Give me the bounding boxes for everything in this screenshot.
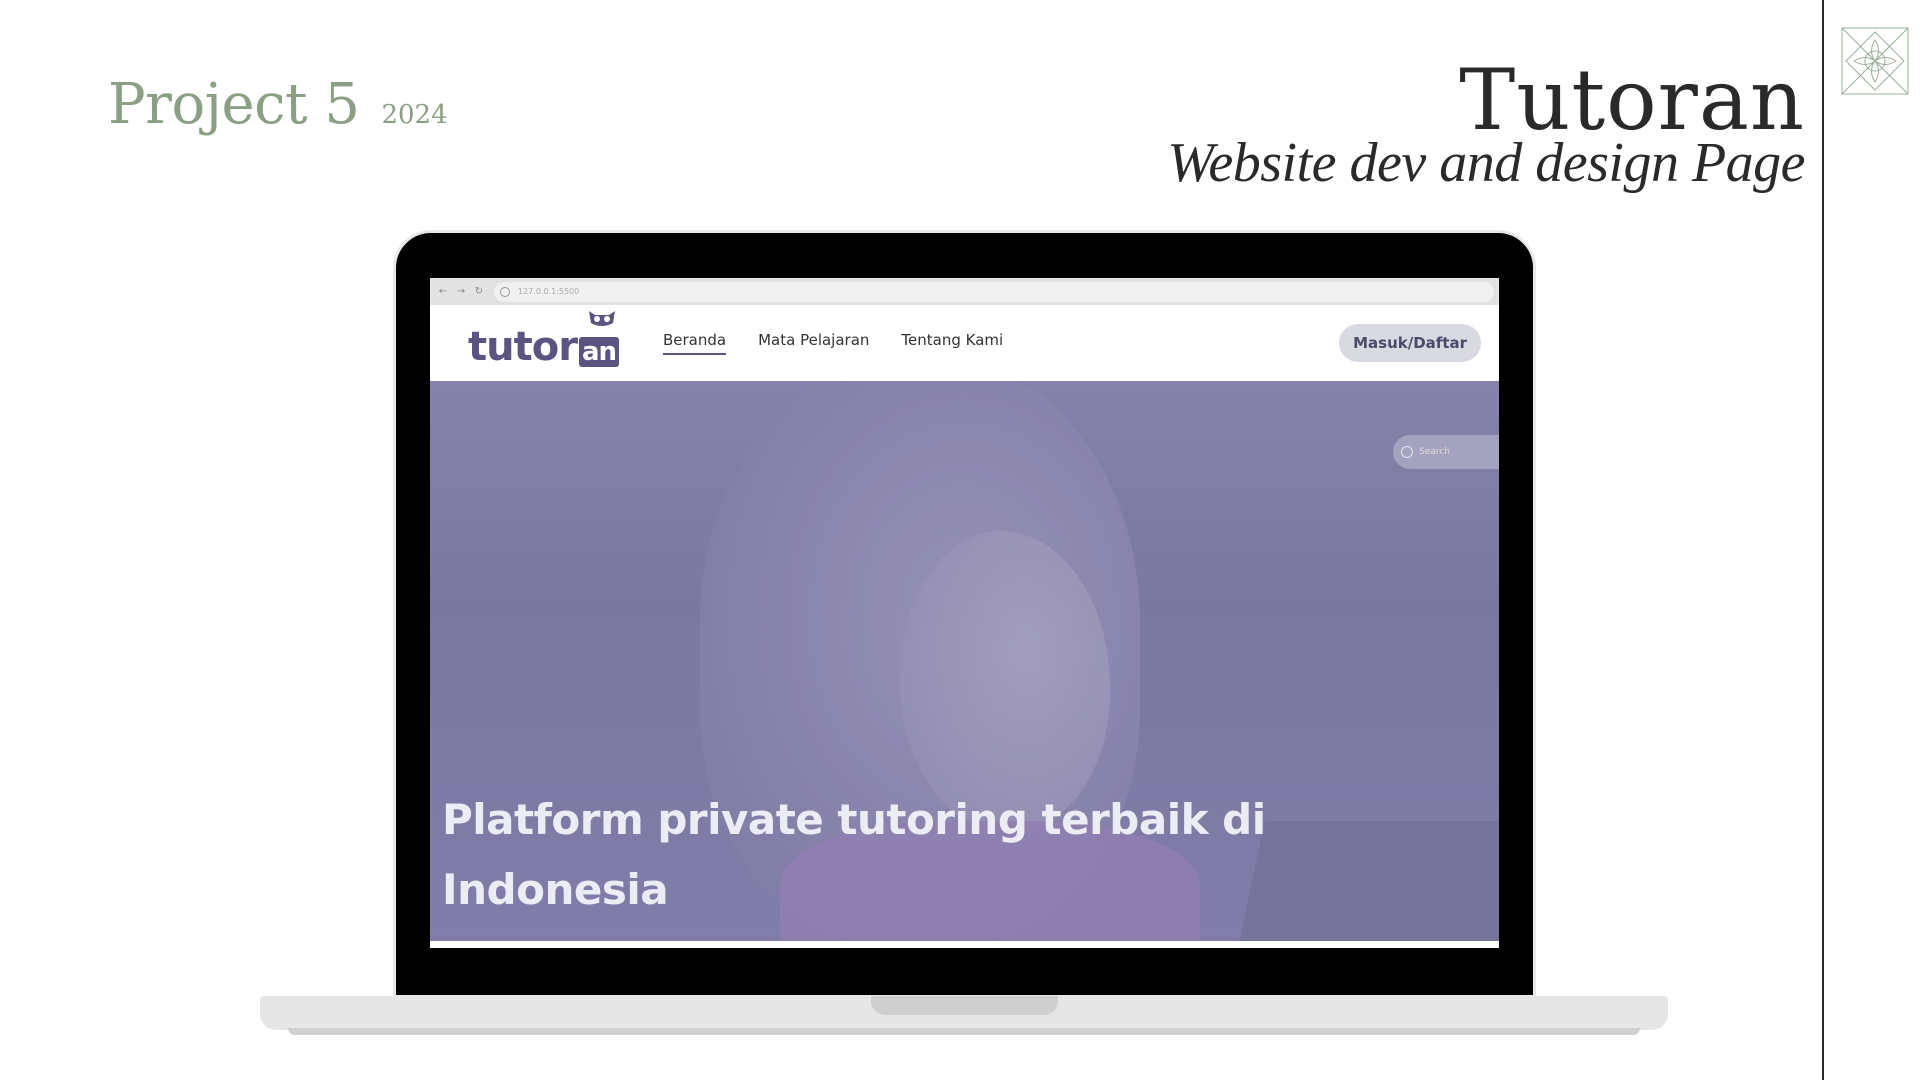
browser-toolbar: ← → ↻ 127.0.0.1:5500 [430,278,1499,305]
logo-text: tutor [468,324,578,370]
nav-link-mata-pelajaran[interactable]: Mata Pelajaran [758,331,869,355]
owl-icon [589,311,615,326]
site-info-icon[interactable] [500,286,510,297]
nav-links: Beranda Mata Pelajaran Tentang Kami [663,331,1003,355]
vertical-divider [1822,0,1824,1080]
site-navbar: tutor an Beranda Mata Pelajaran Tentang K… [430,305,1499,381]
nav-link-tentang-kami[interactable]: Tentang Kami [901,331,1003,355]
search-icon [1401,446,1413,458]
reload-icon[interactable]: ↻ [470,286,488,297]
search-input[interactable]: Search [1393,435,1499,469]
geometric-ornament-icon [1841,27,1909,95]
url-text: 127.0.0.1:5500 [518,287,580,296]
search-placeholder: Search [1419,447,1450,457]
project-label: Project 5 2024 [108,72,448,137]
login-register-button[interactable]: Masuk/Daftar [1339,324,1481,362]
site-logo[interactable]: tutor an [468,311,619,370]
laptop-base-shadow [288,1028,1640,1035]
website-screen: ← → ↻ 127.0.0.1:5500 tutor an Beranda Mat… [430,278,1499,948]
forward-icon[interactable]: → [452,286,470,297]
sub-title: Website dev and design Page [1167,132,1805,194]
title-block: Tutoran Website dev and design Page [1167,58,1805,193]
logo-suffix: an [578,337,619,367]
main-title: Tutoran [1459,51,1805,149]
nav-link-beranda[interactable]: Beranda [663,331,727,355]
hero-section: Search Platform private tutoring terbaik… [430,381,1499,941]
address-bar[interactable]: 127.0.0.1:5500 [494,281,1494,302]
laptop-notch [871,996,1058,1015]
hero-headline: Platform private tutoring terbaik di Ind… [442,795,1266,914]
project-title: Project 5 [108,72,360,137]
project-year: 2024 [381,100,448,130]
back-icon[interactable]: ← [434,286,452,297]
